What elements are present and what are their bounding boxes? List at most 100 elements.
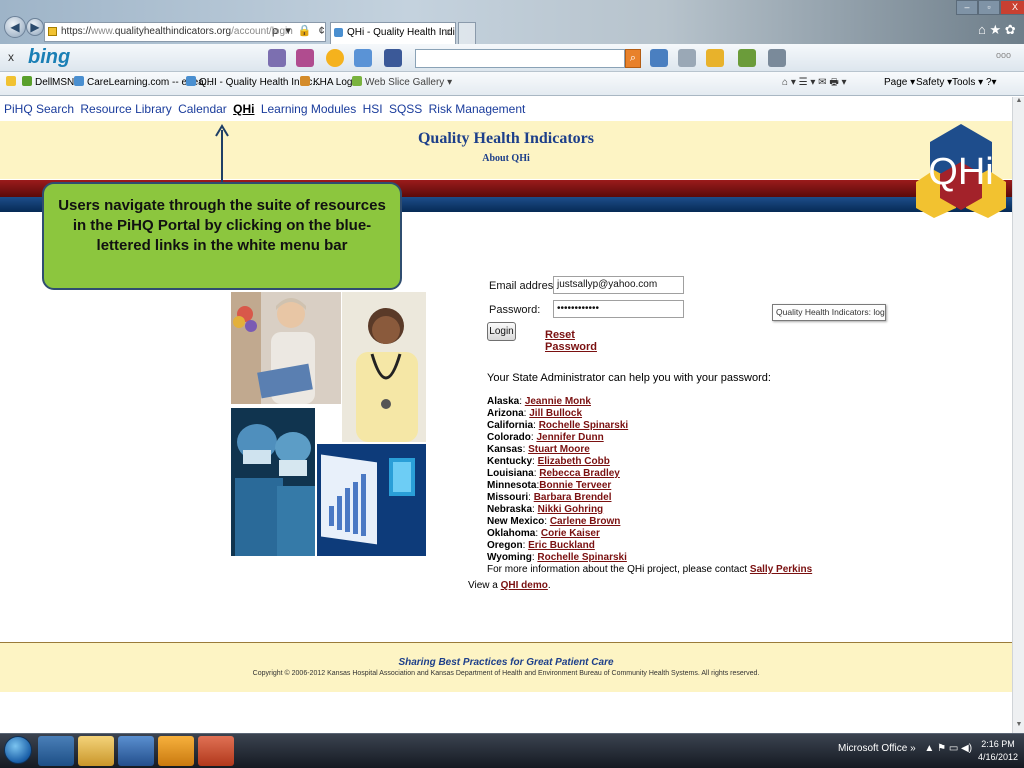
login-tooltip: Quality Health Indicators: login (772, 304, 886, 321)
list-item: Nebraska: Nikki Gohring (487, 504, 628, 516)
tools-menu[interactable]: Tools ▾ (952, 72, 983, 94)
tab-qhi[interactable]: QHi - Quality Health Indica... x (330, 22, 456, 44)
mail-icon[interactable] (354, 49, 372, 67)
scroll-down-icon[interactable]: ▼ (1014, 721, 1024, 733)
state-name: Kentucky (487, 456, 533, 467)
login-button[interactable]: Login (487, 322, 516, 341)
page-footer: Sharing Best Practices for Great Patient… (0, 642, 1012, 692)
admin-contact-link[interactable]: Bonnie Terveer (539, 480, 611, 491)
toolbar-app-icon[interactable] (706, 49, 724, 67)
bing-toolbar: x bing ⌕ ooo (0, 44, 1024, 72)
start-button[interactable] (4, 736, 32, 764)
admin-contact-link[interactable]: Jill Bullock (529, 408, 582, 419)
windows-taskbar: Microsoft Office » ▲ ⚑ ▭ ◀) 2:16 PM 4/16… (0, 733, 1024, 768)
file-explorer-icon[interactable] (78, 736, 114, 766)
portal-menu-bar: PiHQ Search Resource Library Calendar QH… (0, 97, 1012, 121)
minimize-button[interactable]: ‒ (956, 0, 978, 15)
admin-contact-link[interactable]: Rochelle Spinarski (539, 420, 628, 431)
tab-title: QHi - Quality Health Indica... (347, 27, 455, 38)
tab-close-icon[interactable]: x (446, 23, 451, 43)
toolbar-app-icon[interactable] (768, 49, 786, 67)
admin-contact-link[interactable]: Elizabeth Cobb (538, 456, 610, 467)
internet-explorer-icon[interactable] (38, 736, 74, 766)
reset-password-link[interactable]: Reset Password (545, 329, 597, 353)
menu-hsi[interactable]: HSI (363, 102, 383, 116)
email-field[interactable]: justsallyp@yahoo.com (553, 276, 684, 294)
back-button[interactable]: ◀ (4, 16, 26, 38)
list-item: Louisiana: Rebecca Bradley (487, 468, 628, 480)
callout-arrow (215, 124, 229, 182)
tray-chevron-icon[interactable]: » (910, 743, 916, 754)
page-menu[interactable]: Page ▾ (884, 72, 915, 94)
admin-contact-link[interactable]: Jeannie Monk (525, 396, 591, 407)
menu-resource-library[interactable]: Resource Library (80, 102, 171, 116)
admin-contact-link[interactable]: Eric Buckland (528, 540, 595, 551)
search-icon[interactable]: ⌕ (625, 49, 641, 68)
admin-contact-link[interactable]: Corie Kaiser (541, 528, 600, 539)
password-field[interactable]: •••••••••••• (553, 300, 684, 318)
toolbar-app-icon[interactable] (738, 49, 756, 67)
close-window-button[interactable]: X (1000, 0, 1024, 15)
scroll-up-icon[interactable]: ▲ (1014, 97, 1024, 109)
menu-qhi[interactable]: QHi (233, 102, 254, 116)
taskbar-clock[interactable]: 2:16 PM 4/16/2012 (974, 738, 1022, 764)
qhi-demo-link[interactable]: QHI demo (501, 580, 548, 591)
state-admin-list: Alaska: Jeannie Monk Arizona: Jill Bullo… (487, 396, 628, 564)
list-item: Kansas: Stuart Moore (487, 444, 628, 456)
facebook-icon[interactable] (384, 49, 402, 67)
help-menu[interactable]: ?▾ (986, 72, 997, 94)
email-label: Email address: (489, 280, 562, 292)
admin-contact-link[interactable]: Rebecca Bradley (539, 468, 620, 479)
address-domain: qualityhealthindicators.org (114, 26, 232, 37)
tab-favicon-icon (334, 28, 343, 37)
like-icon[interactable] (650, 49, 668, 67)
admin-contact-link[interactable]: Jennifer Dunn (536, 432, 603, 443)
command-icons[interactable]: ⌂ ▾ ☰ ▾ ✉ 🖶 ▾ (782, 72, 847, 94)
menu-learning-modules[interactable]: Learning Modules (261, 102, 356, 116)
toolbar-app-icon[interactable] (296, 49, 314, 67)
tray-toolbar-label[interactable]: Microsoft Office (838, 743, 907, 754)
favorite-link[interactable]: Dell (22, 72, 52, 94)
weather-icon[interactable] (326, 49, 344, 67)
bing-search-input[interactable] (415, 49, 625, 68)
state-name: Oklahoma (487, 528, 536, 539)
powerpoint-icon[interactable] (198, 736, 234, 766)
favorite-link[interactable]: Web Slice Gallery ▾ (352, 72, 452, 94)
page-subtitle: About QHi (482, 153, 530, 164)
favorites-star-icon[interactable] (6, 72, 19, 94)
admin-contact-link[interactable]: Stuart Moore (528, 444, 590, 455)
bing-logo[interactable]: bing (28, 46, 70, 69)
menu-pihq-search[interactable]: PiHQ Search (4, 102, 74, 116)
computer-monitor-photo (317, 444, 426, 556)
forward-button[interactable]: ▶ (26, 18, 44, 36)
admin-contact-link[interactable]: Nikki Gohring (538, 504, 604, 515)
list-item: Colorado: Jennifer Dunn (487, 432, 628, 444)
home-favorites-tools-icons[interactable]: ⌂ ★ ✿ (978, 22, 1016, 38)
safety-menu[interactable]: Safety ▾ (916, 72, 952, 94)
admin-contact-link[interactable]: Barbara Brendel (534, 492, 612, 503)
site-favicon-icon (48, 27, 57, 36)
list-item: Oregon: Eric Buckland (487, 540, 628, 552)
menu-risk-management[interactable]: Risk Management (429, 102, 526, 116)
favorite-link[interactable]: MSN (52, 72, 74, 94)
page-title: Quality Health Indicators (417, 130, 594, 147)
toolbar-app-icon[interactable] (268, 49, 286, 67)
admin-contact-link[interactable]: Carlene Brown (550, 516, 621, 527)
new-tab-button[interactable] (458, 22, 476, 44)
contact-sally-link[interactable]: Sally Perkins (750, 564, 812, 575)
outlook-icon[interactable] (158, 736, 194, 766)
admin-contact-link[interactable]: Rochelle Spinarski (537, 552, 626, 563)
favorites-bar: Dell MSN CareLearning.com -- eLea... QHI… (0, 72, 1024, 96)
tray-status-icons[interactable]: ▲ ⚑ ▭ ◀) (924, 743, 972, 754)
toolbar-overflow-icon[interactable]: ooo (996, 50, 1011, 60)
toolbar-app-icon[interactable] (678, 49, 696, 67)
maximize-button[interactable]: ▫ (978, 0, 1000, 15)
menu-sqss[interactable]: SQSS (389, 102, 422, 116)
qhi-logo: QHi (916, 124, 1006, 218)
list-item: Minnesota:Bonnie Terveer (487, 480, 628, 492)
media-player-icon[interactable] (118, 736, 154, 766)
page-scrollbar[interactable]: ▲ ▼ (1012, 97, 1024, 733)
qhi-logo-text: QHi (928, 151, 993, 193)
close-toolbar-icon[interactable]: x (8, 50, 14, 64)
menu-calendar[interactable]: Calendar (178, 102, 227, 116)
